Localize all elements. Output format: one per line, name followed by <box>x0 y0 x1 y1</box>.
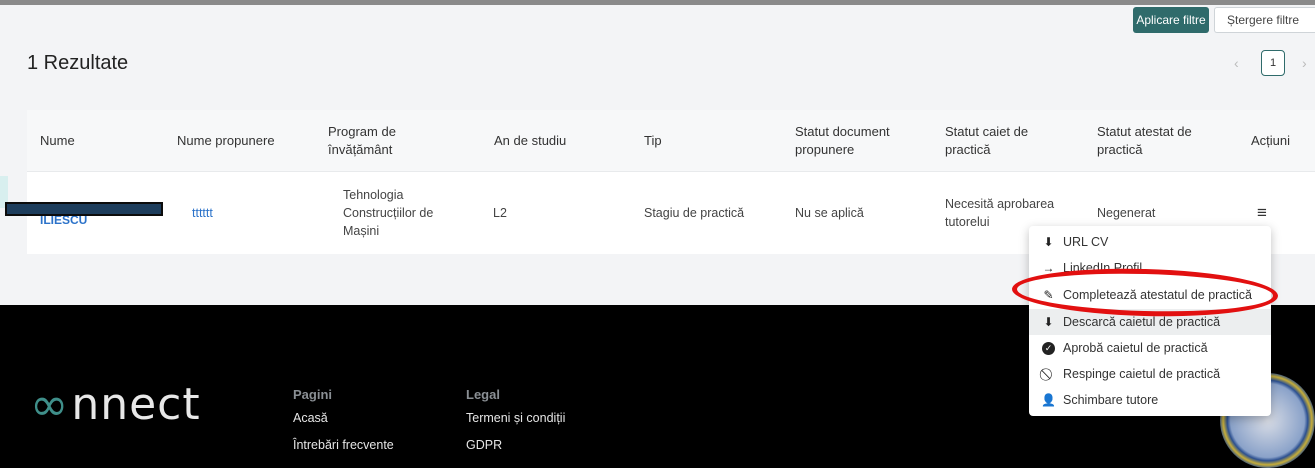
footer-link-terms[interactable]: Termeni și condiții <box>466 411 565 425</box>
pagination-prev-button[interactable]: ‹ <box>1234 55 1239 71</box>
header-actions: Acțiuni <box>1251 133 1291 148</box>
header-study-year[interactable]: An de studiu <box>494 110 604 172</box>
ban-icon: ⃠ <box>1040 367 1057 382</box>
connect-logo: ∞ nnect <box>30 377 201 431</box>
hamburger-menu-icon[interactable]: ≡ <box>1257 204 1267 222</box>
menu-item-reject-notebook[interactable]: ⃠ Respinge caietul de practică <box>1029 361 1271 387</box>
table-header: Nume Nume propunere Program de învățămân… <box>27 110 1315 172</box>
header-notebook-status[interactable]: Statut caiet de practică <box>945 110 1060 172</box>
pagination-next-button[interactable]: › <box>1302 55 1307 71</box>
pagination-page-1[interactable]: 1 <box>1261 50 1285 76</box>
header-certificate-status[interactable]: Statut atestat de practică <box>1097 110 1227 172</box>
actions-dropdown-menu: ⬇ URL CV → LinkedIn Profil ✎ Completează… <box>1029 226 1271 416</box>
footer-link-faq[interactable]: Întrebări frecvente <box>293 438 394 452</box>
menu-item-label: Respinge caietul de practică <box>1063 367 1221 381</box>
type-cell: Stagiu de practică <box>644 206 745 220</box>
top-bar <box>0 0 1315 5</box>
study-year-cell: L2 <box>493 206 507 220</box>
apply-filters-button[interactable]: Aplicare filtre <box>1133 7 1209 33</box>
menu-item-label: Aprobă caietul de practică <box>1063 341 1208 355</box>
header-type[interactable]: Tip <box>644 110 754 172</box>
download-icon: ⬇ <box>1043 315 1054 329</box>
logo-text: nnect <box>71 378 201 430</box>
menu-item-change-tutor[interactable]: 👤 Schimbare tutore <box>1029 387 1271 413</box>
header-doc-status[interactable]: Statut document propunere <box>795 110 920 172</box>
footer-link-gdpr[interactable]: GDPR <box>466 438 502 452</box>
footer-pages-heading: Pagini <box>293 387 333 402</box>
menu-item-label: Schimbare tutore <box>1063 393 1159 407</box>
footer-legal-heading: Legal <box>466 387 500 402</box>
results-count: 1 Rezultate <box>27 52 129 74</box>
download-icon: ⬇ <box>1043 235 1054 249</box>
clear-filters-button[interactable]: Ștergere filtre <box>1214 7 1315 33</box>
user-swap-icon: 👤 <box>1041 393 1056 407</box>
redaction-bar <box>5 202 163 216</box>
menu-item-url-cv[interactable]: ⬇ URL CV <box>1029 229 1271 255</box>
doc-status-cell: Nu se aplică <box>795 206 864 220</box>
check-circle-icon: ✓ <box>1040 341 1057 355</box>
header-proposal-name[interactable]: Nume propunere <box>177 110 307 172</box>
footer-link-home[interactable]: Acasă <box>293 411 328 425</box>
menu-item-label: URL CV <box>1063 235 1109 249</box>
program-cell: Tehnologia Construcțiilor de Mașini <box>343 188 434 238</box>
header-program[interactable]: Program de învățământ <box>328 110 443 172</box>
menu-item-label: Descarcă caietul de practică <box>1063 315 1221 329</box>
menu-item-approve-notebook[interactable]: ✓ Aprobă caietul de practică <box>1029 335 1271 361</box>
proposal-name-link[interactable]: tttttt <box>192 172 292 254</box>
infinity-logo-icon: ∞ <box>30 377 70 431</box>
header-name[interactable]: Nume <box>40 110 160 172</box>
